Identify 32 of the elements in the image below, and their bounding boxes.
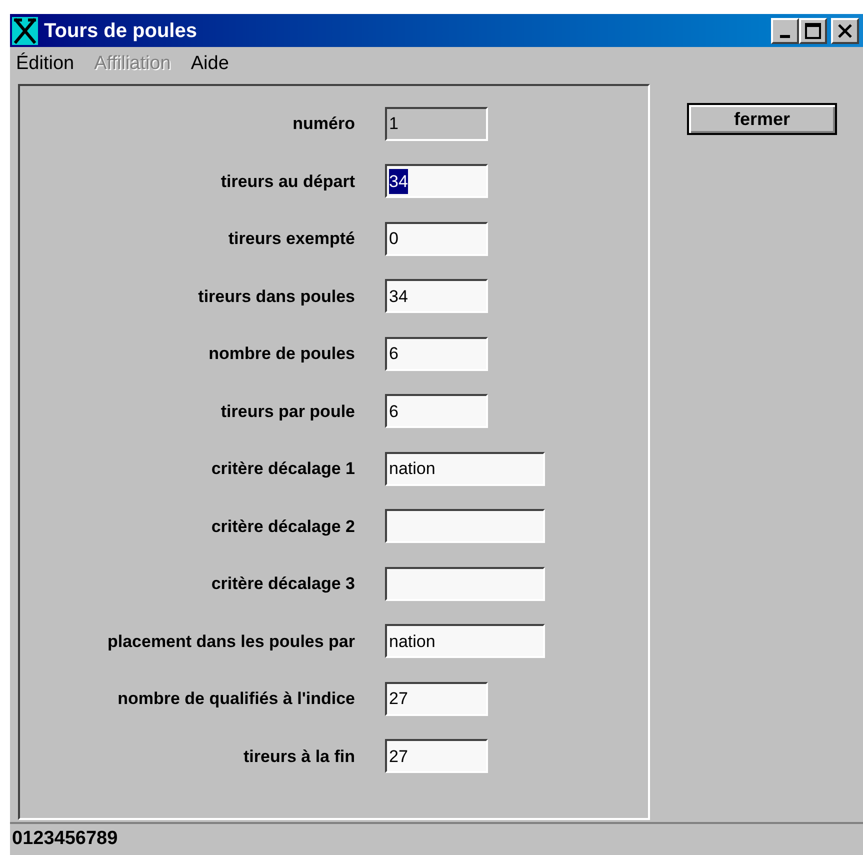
field-label: nombre de qualifiés à l'indice	[116, 688, 356, 710]
field-label: critère décalage 1	[210, 458, 356, 480]
input-field[interactable]: 27	[385, 739, 488, 774]
close-button[interactable]: fermer	[687, 103, 837, 135]
maximize-icon[interactable]	[799, 18, 827, 44]
input-field[interactable]: 6	[385, 336, 488, 371]
input-field[interactable]: 6	[385, 394, 488, 428]
field-label: critère décalage 2	[210, 516, 356, 538]
menu-item[interactable]: Aide	[190, 50, 229, 78]
input-field[interactable]: 0	[385, 222, 488, 256]
input-field[interactable]	[385, 509, 545, 544]
window-title: Tours de poules	[44, 18, 198, 44]
field-label: nombre de poules	[208, 343, 356, 365]
menu-item[interactable]: Édition	[16, 50, 74, 78]
input-field[interactable]: 34	[385, 279, 488, 314]
field-label: tireurs par poule	[220, 400, 356, 422]
field-label: tireurs à la fin	[242, 746, 356, 768]
status-bar: 0123456789	[10, 822, 863, 855]
input-field[interactable]: nation	[385, 624, 545, 658]
field-label: tireurs exempté	[227, 228, 356, 250]
field-label: tireurs dans poules	[197, 286, 356, 308]
input-field[interactable]: 27	[385, 682, 488, 716]
app-icon	[12, 16, 38, 44]
field-label: critère décalage 3	[210, 573, 356, 595]
close-icon[interactable]	[831, 18, 859, 44]
input-field[interactable]: 34	[385, 164, 488, 198]
field-label: tireurs au départ	[220, 170, 356, 192]
field-label: placement dans les poules par	[106, 630, 356, 652]
field-label: numéro	[292, 113, 356, 135]
input-field[interactable]	[385, 566, 545, 601]
minimize-icon[interactable]	[771, 18, 799, 44]
input-field[interactable]: nation	[385, 452, 545, 486]
